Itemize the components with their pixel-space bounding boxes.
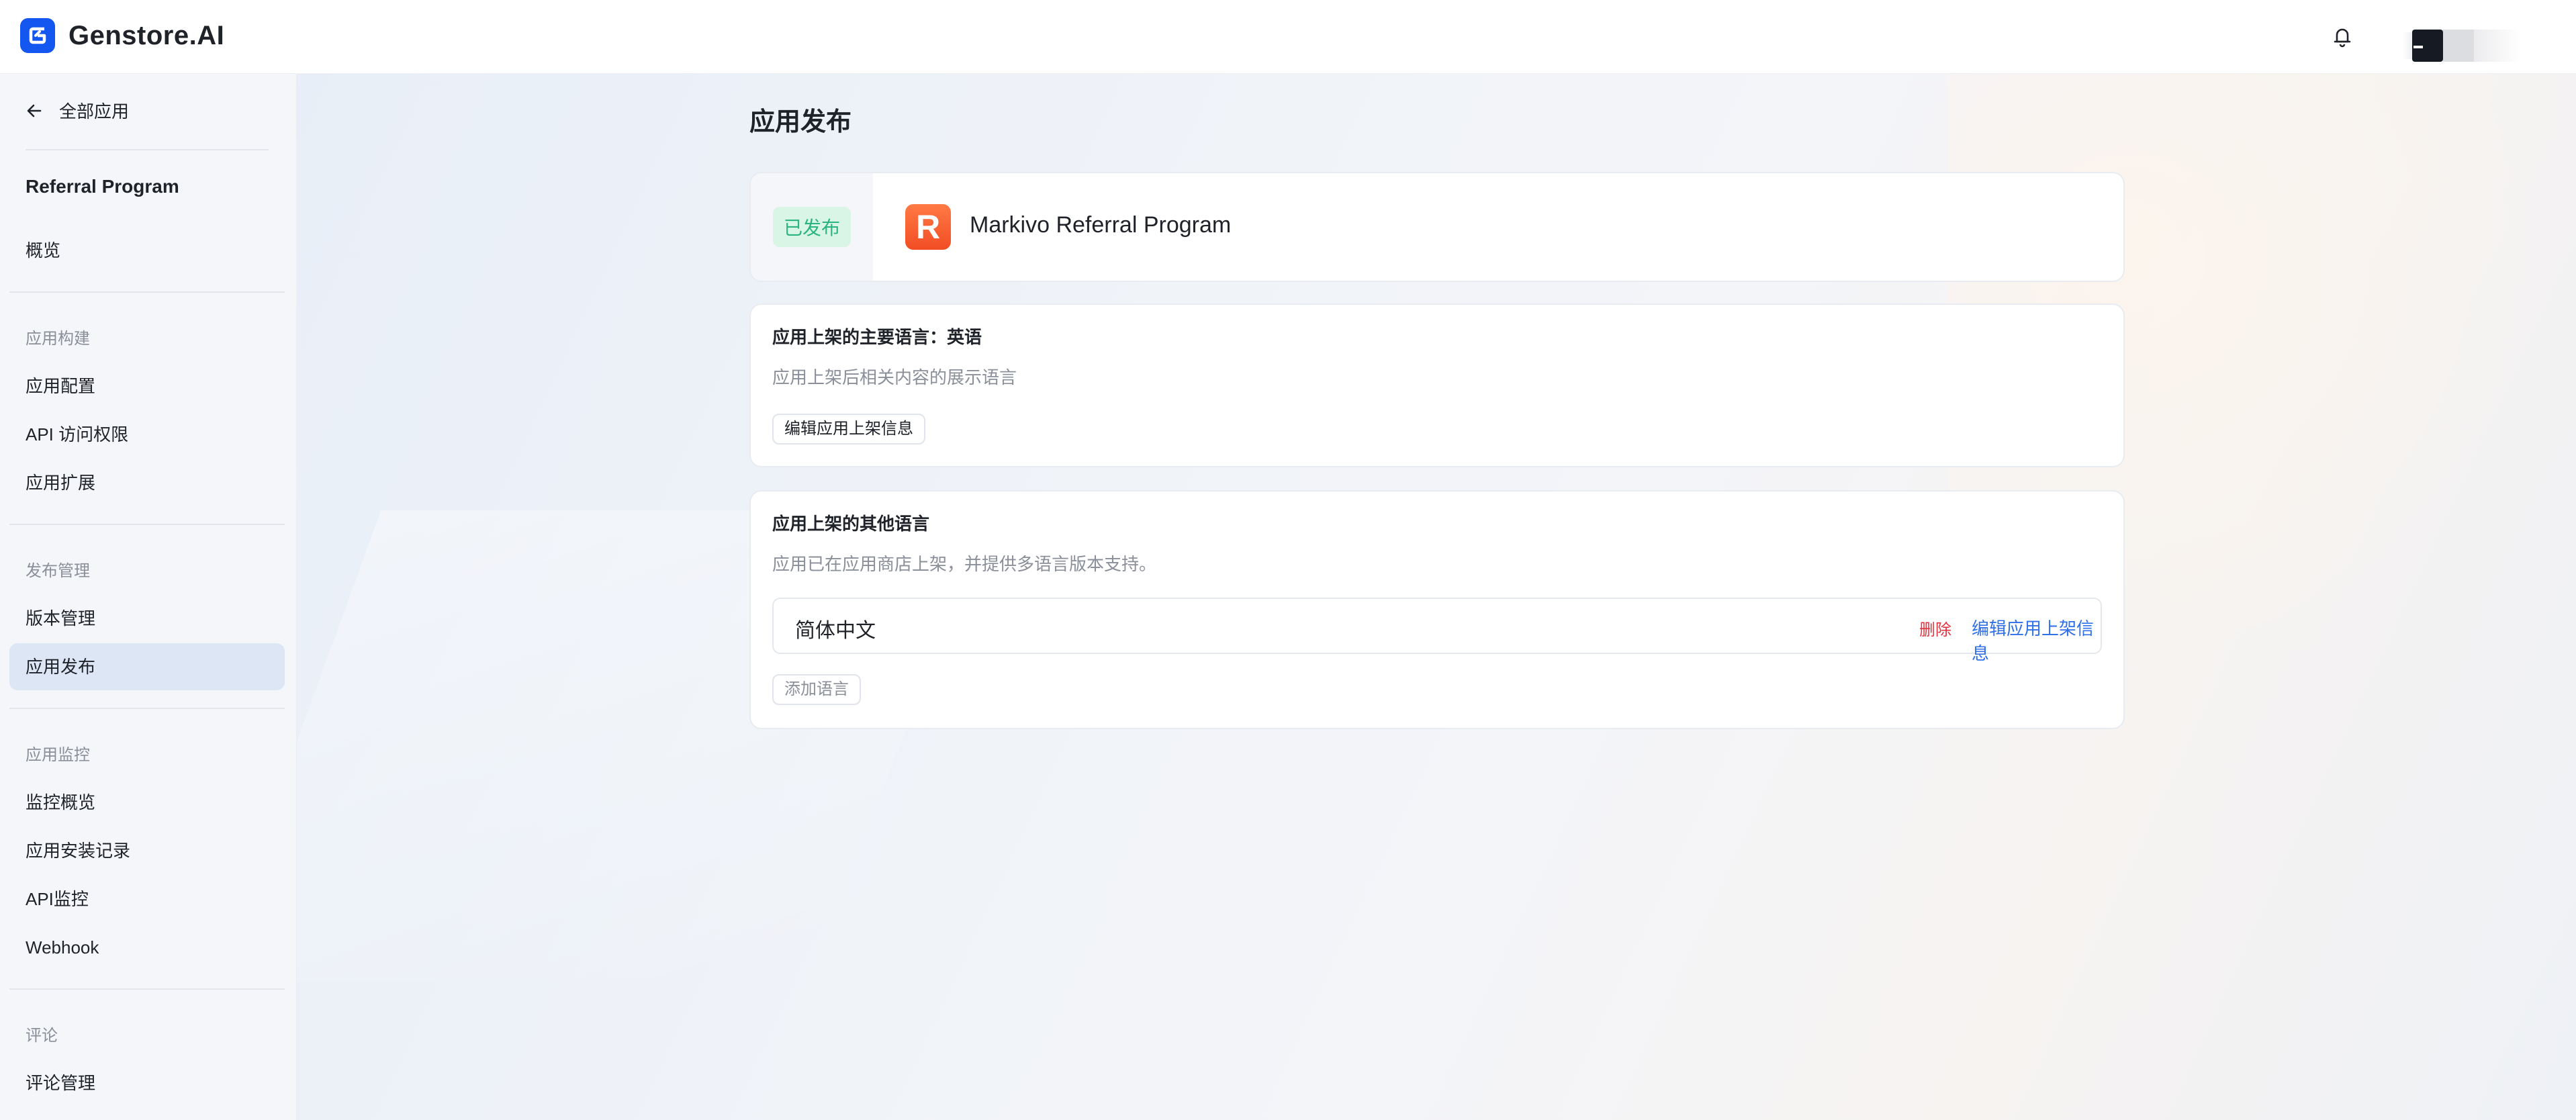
app-summary-card: 已发布 R Markivo Referral Program: [749, 172, 2125, 282]
back-label: 全部应用: [59, 101, 130, 122]
sidebar-item-install-records[interactable]: 应用安装记录: [9, 827, 285, 874]
user-avatar[interactable]: [2403, 27, 2537, 67]
sidebar-item-review-management[interactable]: 评论管理: [9, 1060, 285, 1107]
divider: [9, 988, 285, 990]
language-row: 简体中文 删除 编辑应用上架信息: [772, 598, 2102, 663]
sidebar-app-name: Referral Program: [26, 176, 179, 197]
sidebar-item-app-config[interactable]: 应用配置: [9, 363, 285, 410]
sidebar-item-version-management[interactable]: 版本管理: [9, 595, 285, 642]
logo[interactable]: Genstore.AI: [20, 18, 224, 53]
sidebar-group-build: 应用构建: [26, 330, 90, 348]
sidebar-item-api-monitoring[interactable]: API监控: [9, 876, 285, 923]
app-title: Markivo Referral Program: [970, 212, 1232, 238]
other-languages-heading: 应用上架的其他语言: [772, 514, 930, 534]
logo-text: Genstore.AI: [68, 20, 225, 50]
primary-language-card: 应用上架的主要语言：英语 应用上架后相关内容的展示语言 编辑应用上架信息: [749, 304, 2125, 467]
divider: [9, 708, 285, 709]
other-languages-card: 应用上架的其他语言 应用已在应用商店上架，并提供多语言版本支持。 简体中文 删除…: [749, 490, 2125, 729]
primary-language-heading: 应用上架的主要语言：英语: [772, 327, 982, 347]
sidebar-item-monitoring-overview[interactable]: 监控概览: [9, 779, 285, 826]
sidebar-item-api-access[interactable]: API 访问权限: [9, 411, 285, 458]
sidebar-item-app-extensions[interactable]: 应用扩展: [9, 459, 285, 506]
sidebar-item-overview[interactable]: 概览: [9, 227, 285, 274]
divider: [9, 524, 285, 525]
app-logo-icon: R: [905, 204, 951, 250]
sidebar-item-app-publish[interactable]: 应用发布: [9, 643, 285, 690]
divider: [9, 291, 285, 293]
divider: [26, 149, 269, 150]
status-cell: 已发布: [751, 173, 873, 281]
sidebar-group-monitoring: 应用监控: [26, 746, 90, 764]
language-name: 简体中文: [795, 620, 876, 642]
delete-language-link[interactable]: 删除: [1919, 616, 1951, 640]
sidebar-group-reviews: 评论: [26, 1027, 58, 1045]
edit-language-listing-link[interactable]: 编辑应用上架信息: [1972, 615, 2101, 665]
edit-listing-button[interactable]: 编辑应用上架信息: [772, 414, 925, 445]
back-to-all-apps[interactable]: 全部应用: [26, 98, 129, 123]
primary-language-description: 应用上架后相关内容的展示语言: [772, 367, 1017, 387]
genstore-logo-icon: [20, 18, 55, 53]
sidebar-item-webhook[interactable]: Webhook: [9, 924, 285, 971]
sidebar: 全部应用 Referral Program 概览 应用构建 应用配置 API 访…: [0, 74, 297, 1120]
other-languages-description: 应用已在应用商店上架，并提供多语言版本支持。: [772, 554, 1157, 574]
arrow-left-icon: [27, 104, 42, 117]
status-badge: 已发布: [772, 207, 851, 247]
page-title: 应用发布: [749, 108, 852, 136]
add-language-button[interactable]: 添加语言: [772, 674, 861, 705]
sidebar-group-release: 发布管理: [26, 562, 90, 580]
top-bar: Genstore.AI: [0, 0, 2576, 74]
bell-icon[interactable]: [2329, 23, 2356, 51]
